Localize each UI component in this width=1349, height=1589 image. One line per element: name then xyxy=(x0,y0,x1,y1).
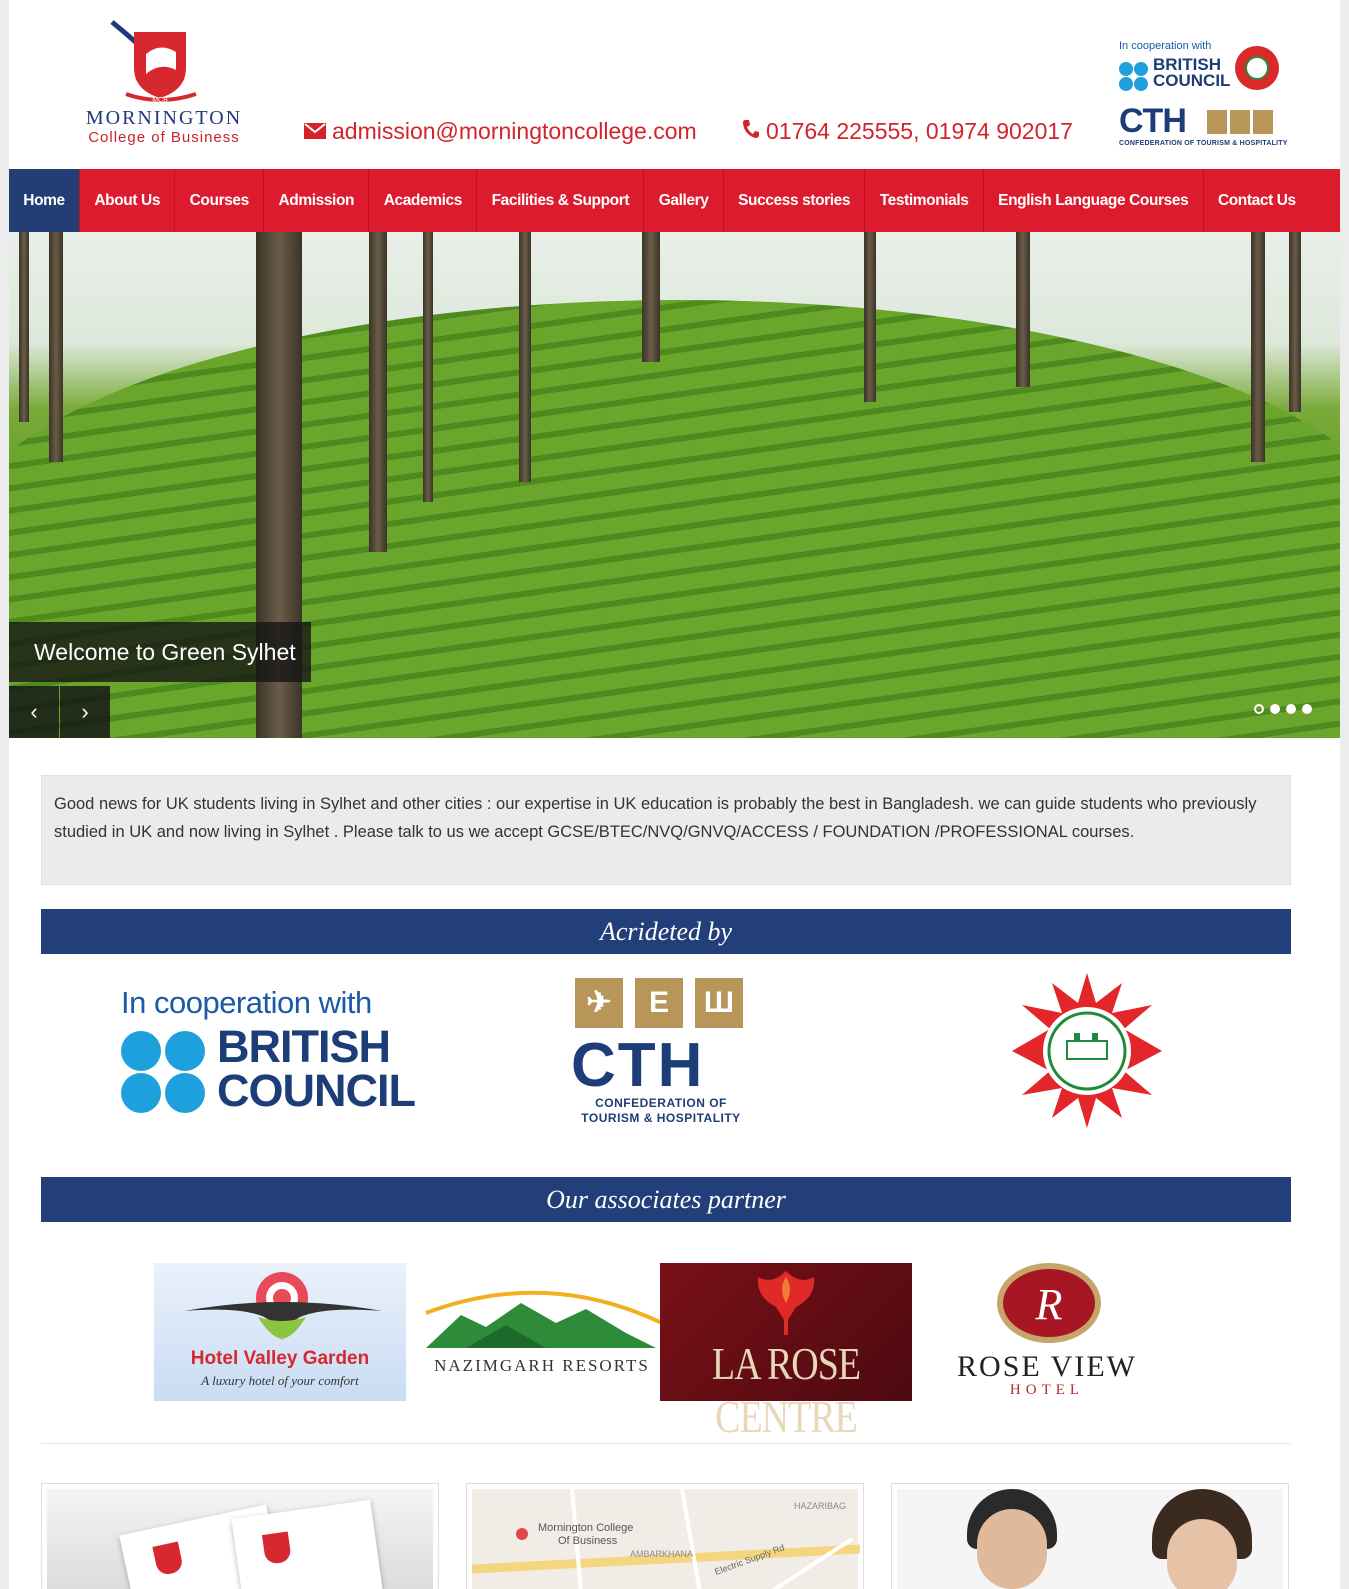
tree-trunk xyxy=(369,232,387,552)
chevron-left-icon: ‹ xyxy=(30,699,38,724)
cth-icons xyxy=(1207,110,1276,139)
slider-dot[interactable] xyxy=(1270,704,1280,714)
tree-trunk xyxy=(642,232,660,362)
phone-contact[interactable]: 01764 225555, 01974 902017 xyxy=(742,118,1073,145)
college-name: MORNINGTON xyxy=(85,107,243,129)
tree-trunk xyxy=(19,232,29,422)
person-face xyxy=(977,1509,1047,1589)
slide-caption: Welcome to Green Sylhet xyxy=(9,622,311,682)
map-image: Mornington College Of Business HAZARIBAG… xyxy=(471,1488,861,1589)
email-address[interactable]: admission@morningtoncollege.com xyxy=(332,118,697,144)
svg-text:HAZARIBAG: HAZARIBAG xyxy=(794,1501,846,1511)
partner-nazimgarh-resorts[interactable]: NAZIMGARH RESORTS xyxy=(416,1263,668,1401)
slider-dot[interactable] xyxy=(1286,704,1296,714)
thumbnail-students-photo[interactable] xyxy=(891,1483,1289,1589)
site-header: MCB MORNINGTON College of Business admis… xyxy=(9,0,1340,170)
tree-trunk xyxy=(864,232,876,402)
badge-cth: CTH xyxy=(1119,102,1187,140)
phone-numbers[interactable]: 01764 225555, 01974 902017 xyxy=(766,118,1073,144)
accredited-heading: Acrideted by xyxy=(41,909,1291,954)
tree-trunk xyxy=(49,232,63,462)
nav-facilities-support[interactable]: Facilities & Support xyxy=(477,169,645,232)
nav-home[interactable]: Home xyxy=(9,169,81,232)
slider-dot[interactable] xyxy=(1254,704,1264,714)
partner-tagline: A luxury hotel of your comfort xyxy=(201,1373,359,1388)
chevron-right-icon: › xyxy=(81,699,89,724)
partner-name: NAZIMGARH RESORTS xyxy=(434,1356,650,1375)
nav-academics[interactable]: Academics xyxy=(369,169,478,232)
tree-trunk xyxy=(1016,232,1030,387)
svg-text:Mornington College: Mornington College xyxy=(538,1522,633,1534)
crest-emblem-icon: MCB xyxy=(110,20,197,104)
partner-la-rose-centre[interactable]: LA ROSE CENTRE xyxy=(660,1263,912,1443)
cth-subtitle: CONFEDERATION OF TOURISM & HOSPITALITY xyxy=(581,1096,741,1125)
section-divider xyxy=(41,1443,1291,1444)
nav-courses[interactable]: Courses xyxy=(175,169,265,232)
tree-trunk xyxy=(1289,232,1301,412)
badge-british-council: BRITISH COUNCIL xyxy=(1153,55,1231,90)
nav-contact-us[interactable]: Contact Us xyxy=(1204,169,1310,232)
nav-admission[interactable]: Admission xyxy=(264,169,370,232)
college-logo[interactable]: MCB MORNINGTON College of Business xyxy=(64,12,264,152)
seal-icon xyxy=(1012,973,1162,1128)
partners-heading: Our associates partner xyxy=(41,1177,1291,1222)
fork-icon: Ш xyxy=(695,978,743,1028)
bc-wordmark: BRITISH COUNCIL xyxy=(217,1021,416,1116)
phone-icon xyxy=(742,118,760,145)
partner-rose-view-hotel[interactable]: R ROSE VIEW HOTEL xyxy=(921,1263,1173,1401)
technical-education-board-seal xyxy=(1012,973,1162,1128)
svg-text:Of Business: Of Business xyxy=(558,1535,618,1547)
partner-name: Hotel Valley Garden xyxy=(190,1348,370,1369)
british-council-logo: In cooperation with BRITISH COUNCIL xyxy=(121,985,421,1115)
rose-view-monogram-icon: R xyxy=(997,1263,1101,1343)
thumbnail-location-map[interactable]: Mornington College Of Business HAZARIBAG… xyxy=(466,1483,864,1589)
nazimgarh-hills-icon xyxy=(425,1290,663,1348)
nav-testimonials[interactable]: Testimonials xyxy=(865,169,984,232)
person-face xyxy=(1167,1519,1237,1589)
tree-trunk xyxy=(519,232,531,482)
thumbnail-business-cards[interactable] xyxy=(41,1483,439,1589)
nav-about-us[interactable]: About Us xyxy=(80,169,176,232)
hotel-icon: E xyxy=(635,978,683,1028)
nav-success-stories[interactable]: Success stories xyxy=(724,169,866,232)
college-subtitle: College of Business xyxy=(88,129,240,146)
nav-gallery[interactable]: Gallery xyxy=(644,169,724,232)
badge-coop-text: In cooperation with xyxy=(1119,40,1212,52)
partner-hotel-valley-garden[interactable]: Hotel Valley Garden A luxury hotel of yo… xyxy=(154,1263,406,1401)
cth-logo: ✈ E Ш CTH CONFEDERATION OF TOURISM & HOS… xyxy=(571,978,761,1128)
slider-next-button[interactable]: › xyxy=(60,686,110,738)
valley-garden-emblem-icon xyxy=(184,1272,382,1341)
tree-trunk xyxy=(423,232,433,502)
header-accreditation-badges: In cooperation with BRITISH COUNCIL CTH C… xyxy=(1117,40,1297,155)
partner-subtitle: HOTEL xyxy=(1009,1382,1085,1398)
svg-text:MCB: MCB xyxy=(152,97,168,104)
rose-icon xyxy=(757,1271,815,1335)
email-contact[interactable]: admission@morningtoncollege.com xyxy=(304,118,697,145)
british-council-dots-icon xyxy=(1119,62,1149,92)
envelope-icon xyxy=(304,118,326,145)
svg-text:R: R xyxy=(1035,1280,1063,1329)
main-nav: Home About Us Courses Admission Academic… xyxy=(9,169,1340,232)
partner-name: LA ROSE CENTRE xyxy=(711,1339,861,1443)
plane-icon: ✈ xyxy=(575,978,623,1028)
technical-board-seal-icon xyxy=(1235,46,1279,90)
badge-cth-subtitle: CONFEDERATION OF TOURISM & HOSPITALITY xyxy=(1119,140,1288,147)
tree-trunk xyxy=(1251,232,1265,462)
page: MCB MORNINGTON College of Business admis… xyxy=(9,0,1340,1589)
slider-prev-button[interactable]: ‹ xyxy=(9,686,59,738)
announcement-box: Good news for UK students living in Sylh… xyxy=(41,775,1291,885)
hero-slider[interactable]: Welcome to Green Sylhet ‹ › xyxy=(9,232,1340,738)
bc-coop-text: In cooperation with xyxy=(121,985,372,1020)
cth-wordmark: CTH xyxy=(571,1031,705,1100)
slider-pagination xyxy=(1248,701,1312,719)
partner-name: ROSE VIEW xyxy=(957,1350,1137,1383)
svg-text:AMBARKHANA: AMBARKHANA xyxy=(630,1549,693,1559)
slider-dot[interactable] xyxy=(1302,704,1312,714)
nav-english-language-courses[interactable]: English Language Courses xyxy=(984,169,1204,232)
